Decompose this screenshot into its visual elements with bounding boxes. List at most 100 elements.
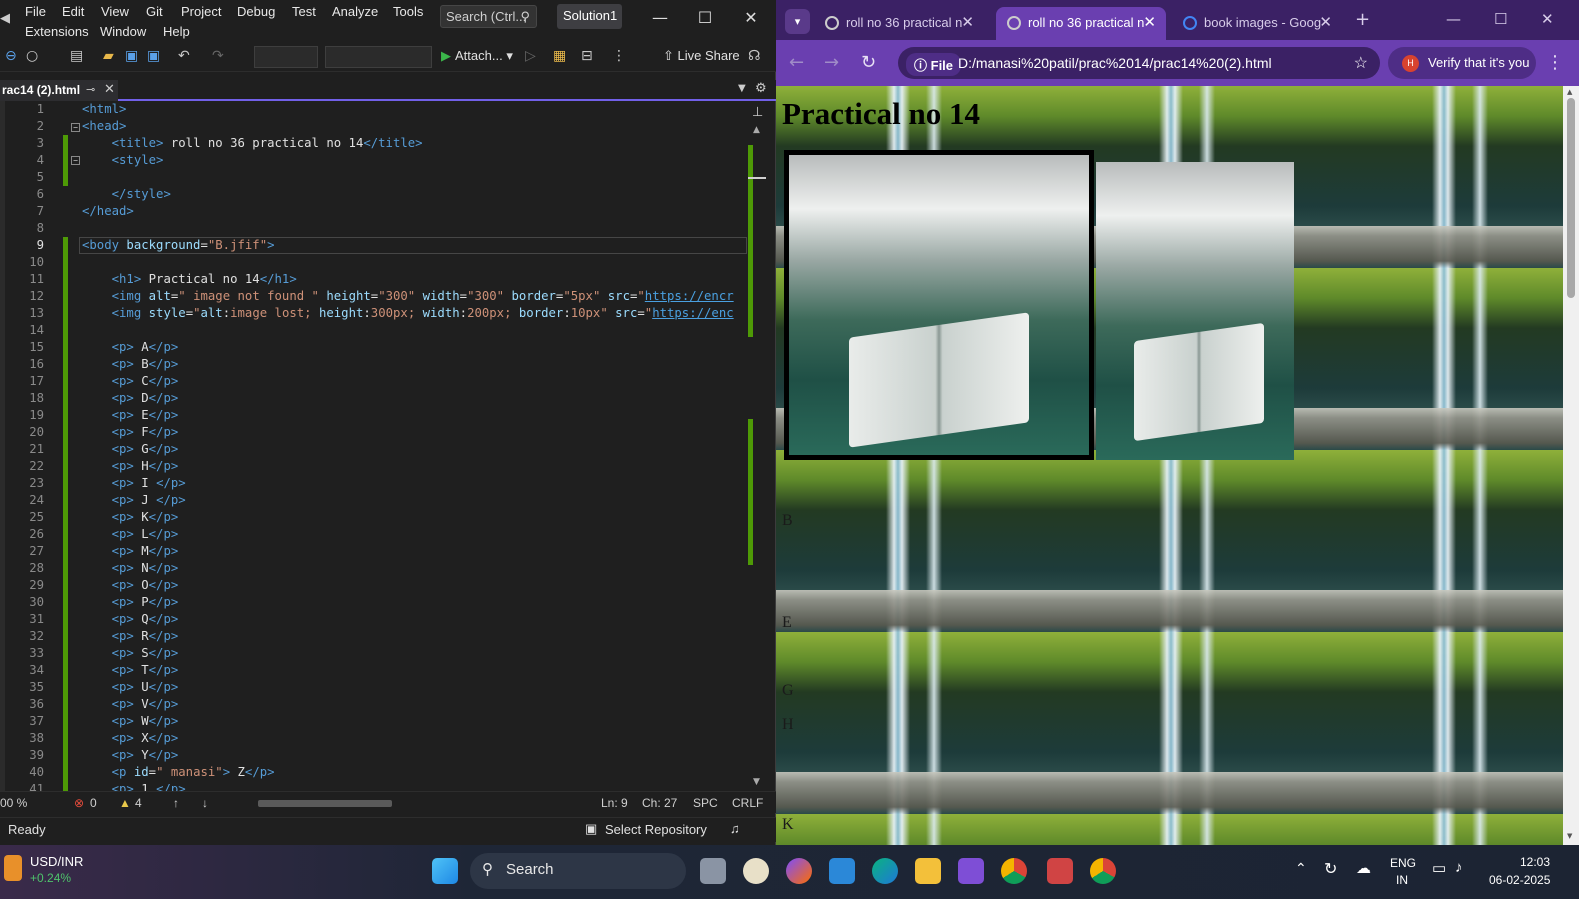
maximize-icon[interactable]: ☐ — [685, 8, 725, 27]
undo-icon[interactable]: ↶ — [178, 48, 190, 64]
select-repository[interactable]: Select Repository — [605, 822, 707, 837]
clock-time[interactable]: 12:03 — [1520, 855, 1550, 869]
code-line[interactable]: 31 <p> Q</p> — [0, 611, 750, 628]
address-bar[interactable]: ⓘ File D:/manasi%20patil/prac%2014/prac1… — [898, 47, 1380, 79]
code-line[interactable]: 11 <h1> Practical no 14</h1> — [0, 271, 750, 288]
menu-window[interactable]: Window — [100, 24, 146, 39]
snipping-tool-icon[interactable] — [1047, 858, 1073, 884]
language-top[interactable]: ENG — [1390, 856, 1416, 870]
volume-icon[interactable]: ♪ — [1455, 859, 1463, 876]
menu-git[interactable]: Git — [146, 4, 163, 19]
tab-dropdown-icon[interactable]: ▼ — [738, 83, 746, 94]
code-line[interactable]: 17 <p> C</p> — [0, 373, 750, 390]
code-line[interactable]: 21 <p> G</p> — [0, 441, 750, 458]
clock-date[interactable]: 06-02-2025 — [1489, 873, 1550, 887]
new-tab-icon[interactable]: + — [1355, 9, 1370, 30]
code-line[interactable]: 32 <p> R</p> — [0, 628, 750, 645]
forward-icon[interactable]: ○ — [26, 48, 38, 64]
whitespace-mode[interactable]: SPC — [693, 796, 718, 810]
menu-analyze[interactable]: Analyze — [332, 4, 378, 19]
code-line[interactable]: 2 <head> — [0, 118, 750, 135]
feedback-icon[interactable]: ☊ — [748, 48, 760, 64]
onedrive-icon[interactable]: ☁ — [1356, 859, 1371, 877]
visual-studio-icon[interactable] — [958, 858, 984, 884]
scroll-up-icon[interactable]: ▲ — [753, 125, 760, 135]
configuration-dropdown[interactable] — [254, 46, 318, 68]
code-line[interactable]: 6 </style> — [0, 186, 750, 203]
format-icon[interactable]: ⋮ — [612, 48, 626, 64]
minimize-icon[interactable]: — — [640, 8, 680, 27]
code-line[interactable]: 23 <p> I </p> — [0, 475, 750, 492]
save-all-icon[interactable]: ▣ — [147, 48, 160, 64]
code-line[interactable]: 10 — [0, 254, 750, 271]
menu-help[interactable]: Help — [163, 24, 190, 39]
save-icon[interactable]: ▣ — [125, 48, 138, 64]
warning-icon[interactable]: ▲ — [119, 796, 131, 810]
menu-tools[interactable]: Tools — [393, 4, 423, 19]
zoom-level[interactable]: 00 % — [0, 796, 27, 810]
error-icon[interactable]: ⊗ — [74, 796, 84, 810]
step-icon[interactable]: ▷ — [525, 48, 536, 64]
tab-close-icon[interactable]: ✕ — [104, 81, 115, 97]
copilot-icon[interactable] — [786, 858, 812, 884]
code-line[interactable]: 37 <p> W</p> — [0, 713, 750, 730]
redo-icon[interactable]: ↷ — [212, 48, 224, 64]
browser-tab-active[interactable]: roll no 36 practical n ✕ — [996, 7, 1166, 40]
close-tab-icon[interactable]: ✕ — [961, 13, 974, 31]
code-line[interactable]: 13 <img style="alt:image lost; height:30… — [0, 305, 750, 322]
code-line[interactable]: 26 <p> L</p> — [0, 526, 750, 543]
microsoft-store-icon[interactable] — [829, 858, 855, 884]
line-ending[interactable]: CRLF — [732, 796, 763, 810]
code-line[interactable]: 25 <p> K</p> — [0, 509, 750, 526]
ticker-name[interactable]: USD/INR — [30, 854, 83, 869]
code-line[interactable]: 18 <p> D</p> — [0, 390, 750, 407]
code-line[interactable]: 33 <p> S</p> — [0, 645, 750, 662]
forward-arrow-icon[interactable]: → — [824, 52, 839, 73]
code-line[interactable]: 24 <p> J </p> — [0, 492, 750, 509]
code-line[interactable]: 3 <title> roll no 36 practical no 14</ti… — [0, 135, 750, 152]
document-tab[interactable]: rac14 (2).html ⊸ ✕ — [0, 80, 118, 101]
code-line[interactable]: 15 <p> A</p> — [0, 339, 750, 356]
code-line[interactable]: 4 <style> — [0, 152, 750, 169]
fold-toggle-icon[interactable]: − — [71, 156, 80, 165]
editor-vertical-scrollbar[interactable]: ⊥ ▲ ▼ — [748, 101, 766, 791]
file-explorer-icon[interactable] — [915, 858, 941, 884]
maximize-icon[interactable]: ☐ — [1494, 10, 1507, 28]
tab-search-icon[interactable]: ▾ — [785, 9, 810, 34]
fold-toggle-icon[interactable]: − — [71, 123, 80, 132]
scroll-thumb[interactable] — [1567, 98, 1575, 298]
prev-issue-icon[interactable]: ↑ — [173, 796, 179, 810]
code-line[interactable]: 29 <p> O</p> — [0, 577, 750, 594]
menu-extensions[interactable]: Extensions — [25, 24, 89, 39]
notifications-icon[interactable]: ♫ — [730, 821, 740, 836]
code-line[interactable]: 34 <p> T</p> — [0, 662, 750, 679]
code-line[interactable]: 1 <html> — [0, 101, 750, 118]
close-window-icon[interactable]: ✕ — [1541, 10, 1554, 28]
minimize-icon[interactable]: — — [1446, 10, 1461, 28]
horizontal-scrollbar[interactable] — [258, 800, 392, 807]
vs-search-box[interactable]: Search (Ctrl... ⚲ — [440, 5, 537, 28]
code-line[interactable]: 7 </head> — [0, 203, 750, 220]
vs-logo-icon[interactable]: ◀ — [0, 10, 10, 26]
pin-icon[interactable]: ⊸ — [86, 83, 95, 96]
code-line[interactable]: 36 <p> V</p> — [0, 696, 750, 713]
attach-button[interactable]: ▶ Attach... ▾ — [441, 48, 513, 64]
menu-edit[interactable]: Edit — [62, 4, 84, 19]
chrome-profile-icon[interactable] — [1090, 858, 1116, 884]
bookmark-star-icon[interactable]: ☆ — [1354, 53, 1368, 73]
code-line[interactable]: 19 <p> E</p> — [0, 407, 750, 424]
code-line[interactable]: 27 <p> M</p> — [0, 543, 750, 560]
start-windows-icon[interactable] — [432, 858, 458, 884]
scroll-down-icon[interactable]: ▼ — [753, 777, 760, 787]
reload-icon[interactable]: ↻ — [861, 52, 876, 73]
code-line[interactable]: 39 <p> Y</p> — [0, 747, 750, 764]
open-folder-icon[interactable]: ▰ — [103, 48, 114, 64]
scroll-thumb[interactable] — [748, 177, 766, 179]
new-project-icon[interactable]: ▤ — [70, 48, 83, 64]
code-line[interactable]: 40 <p id=" manasi"> Z</p> — [0, 764, 750, 781]
code-line[interactable]: 14 — [0, 322, 750, 339]
browser-tab[interactable]: roll no 36 practical n ✕ — [814, 7, 984, 40]
menu-debug[interactable]: Debug — [237, 4, 275, 19]
split-icon[interactable]: ⊥ — [752, 105, 763, 120]
code-line[interactable]: 12 <img alt=" image not found " height="… — [0, 288, 750, 305]
